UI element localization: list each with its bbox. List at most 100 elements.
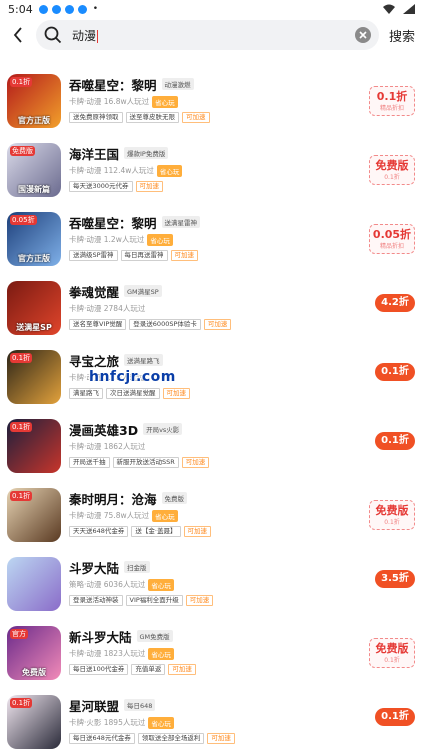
game-subtag: 送满星路飞 [124,354,163,366]
icon-caption: 官方正版 [18,116,50,125]
game-meta: 卡牌·动漫 1.2w人玩过 [69,235,145,244]
game-title: 拳魂觉醒 [69,284,120,300]
discount-button[interactable]: 0.1折 [375,432,415,450]
game-icon[interactable]: 0.1折 [7,695,61,749]
accelerate-tag: 可加速 [181,456,210,468]
promo-tag: 送名至尊VIP觉醒 [69,318,127,330]
game-icon[interactable]: 0.1折 [7,419,61,473]
accelerate-tag: 可加速 [135,180,164,192]
status-bar: 5:04 • [0,0,423,18]
promo-tags: 开局送千抽 新服开放送活动SSR 可加速 [69,456,353,468]
game-list: 0.1折 官方正版 吞噬星空：黎明 动漫激燃 卡牌·动漫 16.8w人玩过 省心玩 送免费原… [0,72,423,752]
icon-discount-badge: 0.1折 [10,353,33,363]
promo-tag: 天天送648代金券 [69,525,129,537]
promo-tag: 次日送满星觉醒 [106,387,160,399]
promo-tags: 每天送3000元代券 可加速 [69,180,353,192]
game-list-item[interactable]: 官方 免费版 新斗罗大陆 GM免费版卡牌·动漫 1823人玩过 省心玩每日送100代金券… [0,624,423,693]
promo-tag: 登录送6000SP体验卡 [129,318,201,330]
game-icon[interactable]: 免费版 国漫新篇 [7,143,61,197]
worry-free-tag: 省心玩 [148,578,174,591]
game-info: 斗罗大陆 扫金版 策略·动漫 6036人玩过 省心玩 登录送活动神装 VIP福利全面升级可… [69,558,353,606]
discount-button[interactable]: 3.5折 [375,570,415,588]
game-list-item[interactable]: 0.1折 寻宝之旅 送满星路飞 卡牌·动漫 1.2w人玩过 满星路飞 次日送满星觉醒 可加速… [0,348,423,417]
game-title: 吞噬星空：黎明 [69,77,157,93]
wifi-icon [383,4,395,14]
game-info: 星河联盟 每日648 卡牌·火影 1895人玩过 省心玩 每日送648元代金券 领取送全部… [69,696,353,744]
game-info: 新斗罗大陆 GM免费版卡牌·动漫 1823人玩过 省心玩每日送100代金券 充值单返可… [69,627,353,675]
discount-button[interactable]: 4.2折 [375,294,415,312]
game-title: 新斗罗大陆 [69,629,132,645]
game-icon[interactable]: 0.1折 [7,350,61,404]
game-subtag: 爆款IP免费版 [124,147,169,159]
promo-tag: 登录送活动神装 [69,594,123,606]
promo-tags: 送名至尊VIP觉醒 登录送6000SP体验卡 可加速 [69,318,353,330]
promo-tag: 开局送千抽 [69,456,110,468]
promo-tag: 每日送100代金券 [69,663,129,675]
game-list-item[interactable]: 送满星SP 拳魂觉醒 GM满星SP 卡牌·动漫 2784人玩过 送名至尊VIP觉醒 登录送… [0,279,423,348]
promo-tag: 领取送全部全场返利 [137,732,205,744]
game-title: 吞噬星空：黎明 [69,215,157,231]
game-list-item[interactable]: 0.1折 漫画英雄3D 开局vs火影 卡牌·动漫 1862人玩过 开局送千抽 新服开放送活… [0,417,423,486]
game-list-item[interactable]: 0.1折 秦时明月：沧海 免费版 卡牌·动漫 75.8w人玩过 省心玩 天天送648代金券… [0,486,423,555]
icon-caption: 免费版 [22,668,46,677]
search-icon [44,26,62,44]
search-bar: 动漫 搜索 [0,18,423,52]
clear-icon[interactable] [354,27,371,43]
game-meta: 卡牌·动漫 2784人玩过 [69,304,146,313]
game-subtag: 动漫激燃 [161,78,194,90]
discount-button[interactable]: 免费版 0.1折 [369,155,415,185]
search-input[interactable]: 动漫 [72,27,355,44]
game-list-item[interactable]: 斗罗大陆 扫金版 策略·动漫 6036人玩过 省心玩 登录送活动神装 VIP福利全面升级可… [0,555,423,624]
icon-discount-badge: 0.05折 [10,215,37,225]
discount-main: 免费版 [375,642,409,655]
more-notifications-dot: • [92,4,99,14]
discount-main: 免费版 [375,504,409,517]
accelerate-tag: 可加速 [185,594,214,606]
discount-button[interactable]: 0.05折精品折扣 [369,224,415,254]
promo-tag: 满星路飞 [69,387,103,399]
discount-sub: 精品折扣 [379,243,404,250]
discount-button[interactable]: 0.1折 精品折扣 [369,86,415,116]
game-icon[interactable]: 0.1折 [7,488,61,542]
promo-tag: 每天送3000元代券 [69,180,133,192]
game-title: 秦时明月：沧海 [69,491,157,507]
game-list-item[interactable]: 免费版 国漫新篇 海洋王国 爆款IP免费版 卡牌·动漫 112.4w人玩过 省心玩 每天送3… [0,141,423,210]
game-icon[interactable]: 0.1折官方正版 [7,74,61,128]
notification-icon [51,4,61,14]
icon-caption: 送满星SP [16,323,52,332]
discount-button[interactable]: 免费版 0.1折 [369,500,415,530]
discount-main: 0.05折 [372,228,412,241]
worry-free-tag: 省心玩 [152,509,178,522]
battery-icon [403,4,415,14]
game-subtag: 免费版 [161,492,188,504]
promo-tag: VIP福利全面升级 [125,594,183,606]
clock: 5:04 [8,2,33,16]
discount-button[interactable]: 0.1折 [375,363,415,381]
game-list-item[interactable]: 0.1折 星河联盟 每日648 卡牌·火影 1895人玩过 省心玩 每日送648元代金券领… [0,693,423,752]
back-button[interactable] [8,23,28,47]
game-icon[interactable]: 0.05折 官方正版 [7,212,61,266]
worry-free-tag: 省心玩 [156,164,183,177]
worry-free-tag: 省心玩 [147,233,173,246]
discount-button[interactable]: 免费版 0.1折 [369,638,415,668]
accelerate-tag: 可加速 [203,318,232,330]
game-meta: 卡牌·动漫 1823人玩过 [69,649,146,658]
game-list-item[interactable]: 0.05折 官方正版 吞噬星空：黎明 送满星雷神 卡牌·动漫 1.2w人玩过 省心玩 送满级… [0,210,423,279]
worry-free-tag: 省心玩 [148,647,174,660]
icon-discount-badge: 0.1折 [10,77,33,87]
game-icon[interactable]: 官方 免费版 [7,626,61,680]
search-field[interactable]: 动漫 [36,20,379,50]
discount-sub: 0.1折 [384,174,400,181]
discount-button[interactable]: 0.1折 [375,708,415,726]
icon-discount-badge: 免费版 [10,146,35,156]
game-list-item[interactable]: 0.1折 官方正版 吞噬星空：黎明 动漫激燃 卡牌·动漫 16.8w人玩过 省心玩 送免费原… [0,72,423,141]
game-subtag: GM免费版 [136,630,173,642]
game-icon[interactable]: 送满星SP [7,281,61,335]
promo-tags: 每日送100代金券 充值单返 可加速 [69,663,353,675]
search-button[interactable]: 搜索 [389,26,415,45]
discount-main: 0.1折 [376,90,408,103]
icon-discount-badge: 0.1折 [10,491,33,501]
promo-tag: 送免费原神领取 [69,111,123,123]
game-icon[interactable] [7,557,61,611]
discount-sub: 0.1折 [384,657,400,664]
